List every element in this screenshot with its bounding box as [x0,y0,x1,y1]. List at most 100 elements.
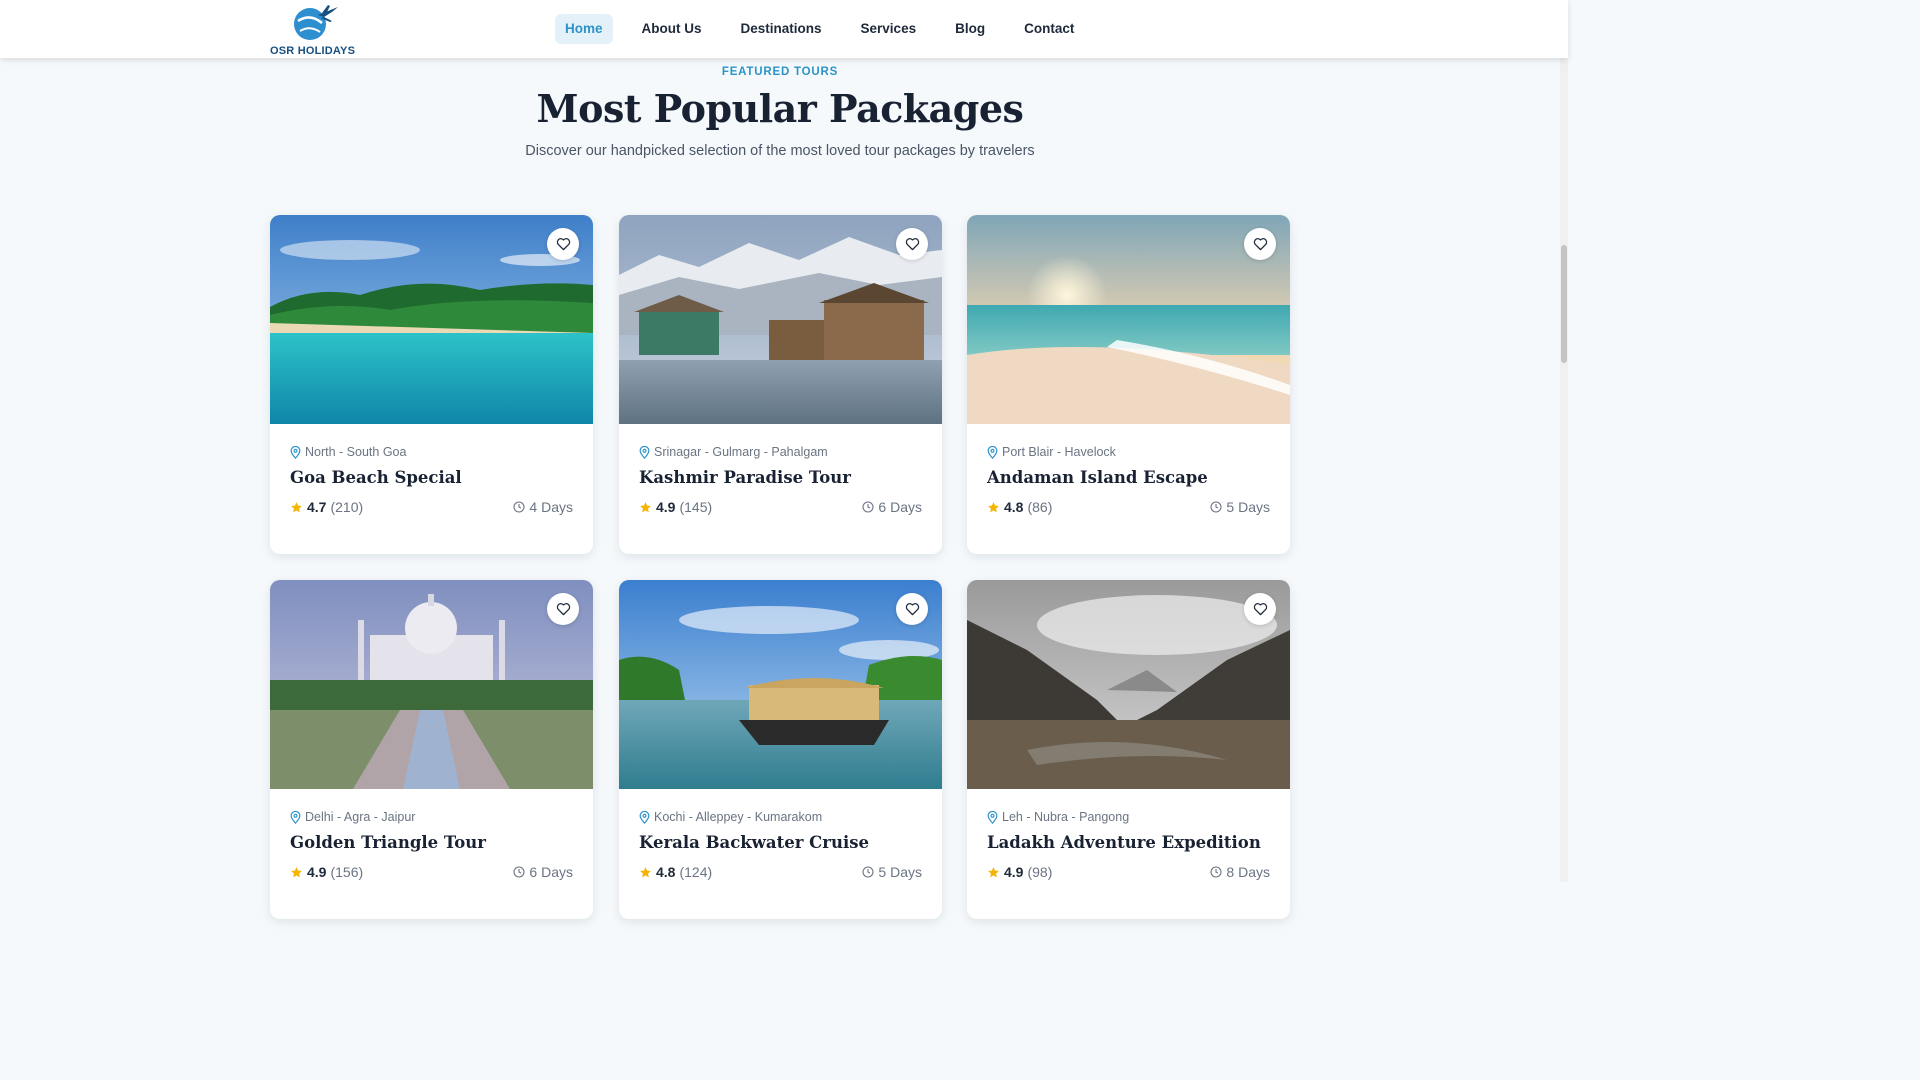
nav-about-us[interactable]: About Us [632,14,712,44]
card-location: Leh - Nubra - Pangong [987,810,1270,824]
star-icon [640,501,651,512]
nav-contact[interactable]: Contact [1014,14,1084,44]
favorite-button[interactable] [547,228,579,260]
review-count: (145) [679,499,713,515]
main-nav: Home About Us Destinations Services Blog… [555,14,1103,44]
package-card[interactable]: Leh - Nubra - Pangong Ladakh Adventure E… [967,580,1290,919]
duration: 5 Days [1210,499,1270,515]
card-body: Srinagar - Gulmarg - Pahalgam Kashmir Pa… [639,445,922,515]
card-meta: 4.8 (124) 5 Days [639,864,922,880]
card-body: Leh - Nubra - Pangong Ladakh Adventure E… [987,810,1270,880]
review-count: (98) [1027,864,1053,880]
duration: 6 Days [513,864,573,880]
brand-name: OSR HOLIDAYS [270,45,356,57]
duration-text: 6 Days [878,499,922,515]
map-pin-icon [290,445,301,459]
clock-icon [513,501,525,513]
heart-icon [556,238,570,251]
rating-value: 4.9 [656,499,676,515]
goa-beach-photo [270,215,593,424]
heart-icon [1253,238,1267,251]
card-meta: 4.9 (98) 8 Days [987,864,1270,880]
card-meta: 4.8 (86) 5 Days [987,499,1270,515]
section-header: FEATURED TOURS Most Popular Packages Dis… [0,66,1560,159]
card-meta: 4.7 (210) 4 Days [290,499,573,515]
package-card[interactable]: Srinagar - Gulmarg - Pahalgam Kashmir Pa… [619,215,942,554]
rating: 4.7 (210) [290,499,363,515]
section-eyebrow: FEATURED TOURS [721,66,839,78]
review-count: (156) [330,864,364,880]
package-card[interactable]: Delhi - Agra - Jaipur Golden Triangle To… [270,580,593,919]
card-meta: 4.9 (145) 6 Days [639,499,922,515]
rating: 4.8 (86) [987,499,1052,515]
clock-icon [862,501,874,513]
card-body: Delhi - Agra - Jaipur Golden Triangle To… [290,810,573,880]
nav-destinations[interactable]: Destinations [731,14,832,44]
navbar: OSR HOLIDAYS Home About Us Destinations … [0,0,1568,58]
review-count: (124) [679,864,713,880]
location-text: Leh - Nubra - Pangong [1002,810,1130,824]
card-body: North - South Goa Goa Beach Special 4.7 … [290,445,573,515]
heart-icon [556,603,570,616]
location-text: Delhi - Agra - Jaipur [305,810,416,824]
rating-value: 4.7 [307,499,327,515]
package-card[interactable]: Kochi - Alleppey - Kumarakom Kerala Back… [619,580,942,919]
duration: 5 Days [862,864,922,880]
favorite-button[interactable] [547,593,579,625]
kerala-houseboat-photo [619,580,942,789]
rating: 4.9 (145) [639,499,712,515]
package-card[interactable]: North - South Goa Goa Beach Special 4.7 … [270,215,593,554]
andaman-sunset-beach-photo [967,215,1290,424]
card-location: Kochi - Alleppey - Kumarakom [639,810,922,824]
package-title[interactable]: Goa Beach Special [290,468,573,487]
package-title[interactable]: Kerala Backwater Cruise [639,833,922,852]
package-title[interactable]: Kashmir Paradise Tour [639,468,922,487]
taj-mahal-photo [270,580,593,789]
card-meta: 4.9 (156) 6 Days [290,864,573,880]
scrollbar-thumb[interactable] [1561,245,1567,363]
star-icon [988,501,999,512]
review-count: (86) [1027,499,1053,515]
plane-globe-logo-icon [294,5,338,40]
package-card[interactable]: Port Blair - Havelock Andaman Island Esc… [967,215,1290,554]
ladakh-valley-photo [967,580,1290,789]
nav-home[interactable]: Home [555,14,613,44]
clock-icon [1210,501,1222,513]
card-location: North - South Goa [290,445,573,459]
package-title[interactable]: Golden Triangle Tour [290,833,573,852]
section-subtitle: Discover our handpicked selection of the… [525,143,1035,159]
duration-text: 5 Days [878,864,922,880]
card-location: Srinagar - Gulmarg - Pahalgam [639,445,922,459]
favorite-button[interactable] [1244,593,1276,625]
star-icon [640,866,651,877]
rating-value: 4.9 [1004,864,1024,880]
location-text: Srinagar - Gulmarg - Pahalgam [654,445,828,459]
rating: 4.8 (124) [639,864,712,880]
page-scrollbar[interactable] [1560,0,1568,882]
brand-logo[interactable]: OSR HOLIDAYS [270,3,356,57]
rating: 4.9 (98) [987,864,1052,880]
package-title[interactable]: Ladakh Adventure Expedition [987,833,1270,852]
rating-value: 4.8 [1004,499,1024,515]
favorite-button[interactable] [896,593,928,625]
favorite-button[interactable] [896,228,928,260]
location-text: North - South Goa [305,445,407,459]
duration: 6 Days [862,499,922,515]
clock-icon [513,866,525,878]
star-icon [988,866,999,877]
map-pin-icon [639,445,650,459]
map-pin-icon [639,810,650,824]
star-icon [291,501,302,512]
package-title[interactable]: Andaman Island Escape [987,468,1270,487]
duration-text: 5 Days [1226,499,1270,515]
star-icon [291,866,302,877]
location-text: Port Blair - Havelock [1002,445,1116,459]
heart-icon [1253,603,1267,616]
duration-text: 8 Days [1226,864,1270,880]
clock-icon [862,866,874,878]
nav-services[interactable]: Services [851,14,927,44]
favorite-button[interactable] [1244,228,1276,260]
map-pin-icon [987,810,998,824]
nav-blog[interactable]: Blog [945,14,995,44]
duration: 8 Days [1210,864,1270,880]
